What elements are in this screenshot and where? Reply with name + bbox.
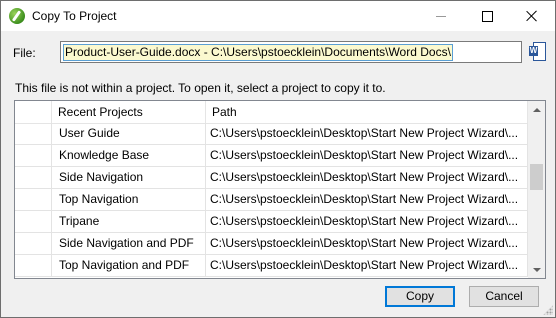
project-path-cell: C:\Users\pstoecklein\Desktop\Start New P… — [206, 145, 528, 166]
column-header-selector[interactable] — [15, 101, 52, 123]
row-selector[interactable] — [15, 233, 52, 254]
resize-grip[interactable] — [543, 305, 553, 315]
project-path-cell: C:\Users\pstoecklein\Desktop\Start New P… — [206, 167, 528, 188]
copy-to-project-dialog: Copy To Project File: Product-User-Guide… — [0, 0, 556, 318]
arrow-down-icon — [532, 267, 541, 272]
app-logo-icon — [9, 8, 25, 24]
minimize-button[interactable] — [418, 1, 464, 31]
table-row[interactable]: Side Navigation and PDF C:\Users\pstoeck… — [15, 233, 528, 255]
row-selector[interactable] — [15, 145, 52, 166]
close-button[interactable] — [509, 1, 555, 31]
copy-button[interactable]: Copy — [385, 286, 455, 307]
project-path-cell: C:\Users\pstoecklein\Desktop\Start New P… — [206, 211, 528, 232]
word-document-icon[interactable]: W — [529, 42, 546, 61]
scrollbar-thumb[interactable] — [530, 164, 543, 190]
arrow-up-icon — [532, 107, 541, 112]
cancel-button[interactable]: Cancel — [469, 286, 539, 307]
row-selector[interactable] — [15, 167, 52, 188]
project-path-cell: C:\Users\pstoecklein\Desktop\Start New P… — [206, 189, 528, 210]
project-name-cell: Knowledge Base — [52, 145, 206, 166]
project-name-cell: Side Navigation — [52, 167, 206, 188]
minimize-icon — [436, 15, 446, 17]
project-name-cell: Tripane — [52, 211, 206, 232]
not-in-project-notice: This file is not within a project. To op… — [15, 81, 386, 95]
close-icon — [526, 10, 538, 22]
scroll-up-button[interactable] — [528, 101, 545, 118]
vertical-scrollbar[interactable] — [528, 101, 545, 278]
table-row[interactable]: User Guide C:\Users\pstoecklein\Desktop\… — [15, 123, 528, 145]
table-row[interactable]: Side Navigation C:\Users\pstoecklein\Des… — [15, 167, 528, 189]
table-row[interactable]: Top Navigation and PDF C:\Users\pstoeckl… — [15, 255, 528, 277]
column-header-path[interactable]: Path — [206, 101, 528, 123]
project-path-cell: C:\Users\pstoecklein\Desktop\Start New P… — [206, 123, 528, 144]
project-path-cell: C:\Users\pstoecklein\Desktop\Start New P… — [206, 233, 528, 254]
scroll-down-button[interactable] — [528, 261, 545, 278]
file-path-text: Product-User-Guide.docx - C:\Users\pstoe… — [63, 44, 453, 61]
table-row[interactable]: Tripane C:\Users\pstoecklein\Desktop\Sta… — [15, 211, 528, 233]
column-header-recent-projects[interactable]: Recent Projects — [52, 101, 206, 123]
file-label: File: — [13, 46, 36, 60]
table-row[interactable]: Knowledge Base C:\Users\pstoecklein\Desk… — [15, 145, 528, 167]
word-badge: W — [529, 46, 538, 56]
maximize-button[interactable] — [464, 1, 510, 31]
row-selector[interactable] — [15, 189, 52, 210]
title-bar[interactable]: Copy To Project — [1, 1, 555, 31]
project-name-cell: Top Navigation — [52, 189, 206, 210]
maximize-icon — [481, 10, 493, 22]
window-title: Copy To Project — [32, 9, 117, 23]
project-name-cell: Side Navigation and PDF — [52, 233, 206, 254]
row-selector[interactable] — [15, 211, 52, 232]
project-path-cell: C:\Users\pstoecklein\Desktop\Start New P… — [206, 255, 528, 276]
table-header: Recent Projects Path — [15, 101, 528, 124]
table-row[interactable]: Top Navigation C:\Users\pstoecklein\Desk… — [15, 189, 528, 211]
project-name-cell: Top Navigation and PDF — [52, 255, 206, 276]
project-name-cell: User Guide — [52, 123, 206, 144]
row-selector[interactable] — [15, 123, 52, 144]
row-selector[interactable] — [15, 255, 52, 276]
recent-projects-table[interactable]: Recent Projects Path User Guide C:\Users… — [14, 100, 546, 279]
file-field[interactable]: Product-User-Guide.docx - C:\Users\pstoe… — [60, 41, 522, 63]
